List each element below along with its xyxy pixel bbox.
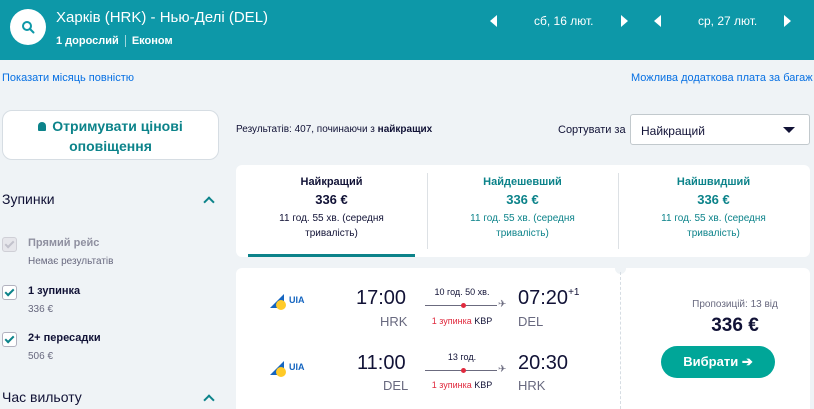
stop-airport: KBP: [474, 380, 493, 390]
show-month-link[interactable]: Показати місяць повністю: [2, 72, 134, 84]
tab-title: Найдешевший: [483, 176, 562, 188]
result-card[interactable]: UIA 17:00 HRK 10 год. 50 хв. ✈ 1 зупинка…: [236, 263, 810, 409]
stops-info: 1 зупинка KBP: [422, 316, 502, 326]
check-icon: [4, 286, 15, 297]
chevron-right-icon[interactable]: [621, 15, 628, 27]
arrival-airport: HRK: [518, 378, 546, 393]
bell-icon: [38, 122, 47, 131]
tab-duration: 11 год. 55 хв. (середня тривалість): [470, 213, 575, 239]
select-button[interactable]: Вибрати ➔: [661, 346, 775, 378]
price-alert-button[interactable]: Отримувати цінові оповіщення: [2, 110, 219, 160]
arrival-airport: DEL: [518, 314, 544, 329]
trip-meta[interactable]: 1 дорослий Економ: [56, 35, 173, 47]
return-date[interactable]: ср, 27 лют.: [698, 14, 757, 28]
tab-title: Найшвидший: [676, 176, 751, 188]
departure-time: 11:00: [357, 352, 406, 374]
results-count: Результатів: 407, починаючи з найкращих: [236, 124, 432, 135]
search-button[interactable]: [10, 9, 46, 45]
arrow-right-icon: ➔: [741, 354, 753, 369]
tab-price: 336 €: [506, 192, 539, 207]
meta-divider: [124, 35, 126, 47]
departure-section-title[interactable]: Час вильоту: [2, 389, 82, 405]
baggage-fee-link[interactable]: Можлива додаткова плата за багаж: [631, 72, 813, 84]
sort-label: Сортувати за: [558, 124, 626, 136]
tab-cheapest[interactable]: Найдешевший 336 € 11 год. 55 хв. (середн…: [427, 165, 618, 257]
chevron-right-icon[interactable]: [784, 15, 791, 27]
offers-count: Пропозицій: 13 від: [692, 299, 778, 310]
route-title[interactable]: Харків (HRK) - Нью-Делі (DEL): [56, 9, 268, 26]
depart-date[interactable]: сб, 16 лют.: [534, 14, 593, 28]
tab-price: 336 €: [697, 192, 730, 207]
price-alert-label: Отримувати цінові оповіщення: [52, 118, 183, 154]
chevron-left-icon[interactable]: [654, 15, 661, 27]
filter-one-stop-checkbox[interactable]: [2, 285, 17, 300]
plane-icon: ✈: [498, 299, 507, 310]
airline-logo: UIA: [270, 292, 310, 312]
tab-price: 336 €: [315, 192, 348, 207]
caret-down-icon: [783, 127, 795, 133]
check-icon: [4, 238, 15, 249]
filter-two-plus-price: 506 €: [28, 351, 54, 362]
sort-value: Найкращий: [641, 124, 705, 138]
arrival-time: 07:20+1: [518, 287, 579, 310]
airline-code: UIA: [289, 362, 305, 372]
airline-dot-icon: [276, 300, 286, 310]
tab-fastest[interactable]: Найшвидший 336 € 11 год. 55 хв. (середня…: [618, 165, 809, 257]
tab-duration: 11 год. 55 хв. (середня тривалість): [661, 213, 766, 239]
filter-direct-label: Прямий рейс: [28, 237, 100, 249]
departure-airport: DEL: [383, 378, 409, 393]
stops-section-title[interactable]: Зупинки: [2, 191, 55, 207]
tab-title: Найкращий: [300, 176, 363, 188]
day-offset: +1: [568, 287, 580, 298]
chevron-up-icon[interactable]: [203, 394, 215, 406]
airline-code: UIA: [289, 295, 305, 305]
select-button-label: Вибрати: [683, 354, 739, 369]
arrival-time: 20:30: [518, 352, 569, 374]
flight-duration: 13 год.: [447, 352, 477, 362]
passengers-label: 1 дорослий: [56, 35, 119, 47]
filter-one-stop-price: 336 €: [28, 304, 54, 315]
stops-count: 1 зупинка: [431, 380, 472, 390]
departure-time: 17:00: [356, 287, 407, 309]
sort-tabs: Найкращий 336 € 11 год. 55 хв. (середня …: [236, 165, 810, 257]
stops-info: 1 зупинка KBP: [422, 380, 502, 390]
flight-duration: 10 год. 50 хв.: [434, 287, 490, 297]
filter-two-plus-label[interactable]: 2+ пересадки: [28, 332, 101, 344]
filter-direct-checkbox: [2, 237, 17, 252]
tab-best[interactable]: Найкращий 336 € 11 год. 55 хв. (середня …: [236, 165, 427, 257]
chevron-left-icon[interactable]: [490, 15, 497, 27]
stops-count: 1 зупинка: [431, 316, 472, 326]
filter-two-plus-checkbox[interactable]: [2, 332, 17, 347]
card-divider: [620, 272, 621, 409]
airline-logo: UIA: [270, 359, 310, 379]
offer-price: 336 €: [711, 315, 759, 336]
plane-icon: ✈: [498, 364, 507, 375]
stop-airport: KBP: [474, 316, 493, 326]
filter-direct-sub: Немає результатів: [28, 256, 114, 267]
airline-dot-icon: [276, 367, 286, 377]
results-prefix: Результатів: 407, починаючи з: [236, 124, 378, 135]
cabin-label: Економ: [131, 35, 173, 47]
departure-airport: HRK: [380, 314, 408, 329]
arrival-time-value: 07:20: [518, 287, 569, 309]
stop-dot: [461, 368, 466, 373]
search-icon: [22, 21, 35, 34]
stop-dot: [461, 303, 466, 308]
tab-duration: 11 год. 55 хв. (середня тривалість): [279, 213, 384, 239]
active-tab-indicator: [248, 254, 415, 257]
chevron-up-icon[interactable]: [203, 196, 215, 208]
filter-one-stop-label[interactable]: 1 зупинка: [28, 285, 80, 297]
sort-select[interactable]: Найкращий: [630, 114, 810, 145]
search-header: Харків (HRK) - Нью-Делі (DEL) 1 дорослий…: [0, 0, 814, 60]
results-emphasis: найкращих: [377, 124, 433, 135]
check-icon: [4, 333, 15, 344]
